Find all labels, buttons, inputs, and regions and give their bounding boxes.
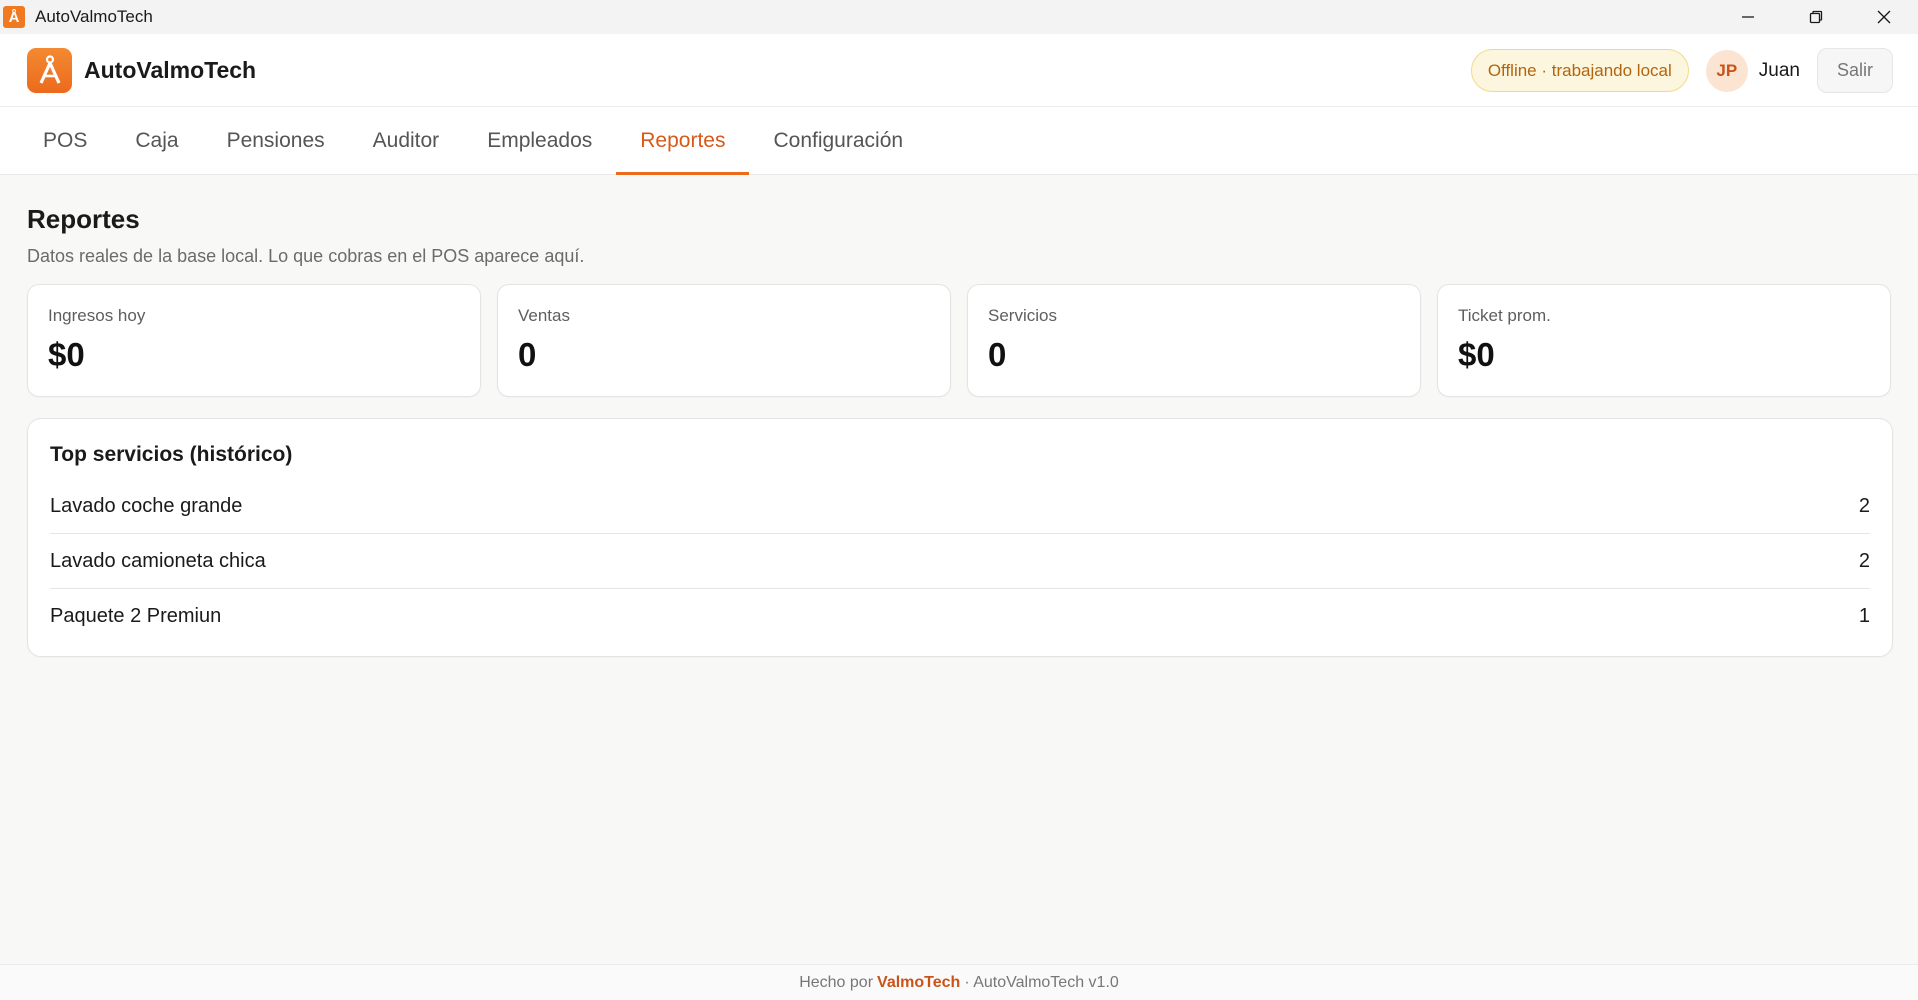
- service-count: 1: [1858, 605, 1870, 627]
- list-item: Lavado coche grande 2: [50, 479, 1870, 534]
- main-tabs: POS Caja Pensiones Auditor Empleados Rep…: [0, 107, 1918, 175]
- window-titlebar: Å AutoValmoTech: [0, 0, 1918, 34]
- restore-button[interactable]: [1782, 0, 1850, 34]
- stat-label: Ticket prom.: [1458, 306, 1551, 325]
- tab-pensiones[interactable]: Pensiones: [203, 107, 349, 175]
- page-subtitle: Datos reales de la base local. Lo que co…: [27, 246, 585, 266]
- app-logo-icon: Å: [3, 6, 25, 28]
- brand-logo-icon: [27, 47, 72, 93]
- tab-reportes[interactable]: Reportes: [616, 107, 750, 175]
- minimize-icon: [1742, 16, 1754, 18]
- stat-value: $0: [48, 336, 85, 373]
- stat-value: 0: [988, 336, 1007, 373]
- stat-label: Ventas: [518, 306, 570, 325]
- stat-card-ticket: Ticket prom. $0: [1437, 284, 1891, 397]
- stat-value: 0: [518, 336, 537, 373]
- service-count: 2: [1858, 494, 1870, 517]
- tab-configuracion[interactable]: Configuración: [749, 107, 927, 175]
- close-button[interactable]: [1850, 0, 1918, 34]
- page-title: Reportes: [27, 204, 140, 234]
- stat-label: Servicios: [988, 306, 1057, 325]
- service-count: 2: [1858, 549, 1870, 572]
- stat-label: Ingresos hoy: [48, 306, 146, 325]
- offline-status-badge: Offline · trabajando local: [1470, 49, 1689, 92]
- close-icon: [1877, 10, 1891, 24]
- tab-caja[interactable]: Caja: [111, 107, 202, 175]
- footer-brand-link[interactable]: ValmoTech: [877, 974, 960, 992]
- stat-card-ingresos: Ingresos hoy $0: [27, 284, 481, 397]
- service-name: Lavado coche grande: [50, 494, 243, 517]
- list-item: Lavado camioneta chica 2: [50, 534, 1870, 589]
- tab-pos[interactable]: POS: [19, 107, 111, 175]
- main-content: Reportes Datos reales de la base local. …: [27, 175, 1893, 657]
- user-name: Juan: [1758, 59, 1800, 81]
- logout-button[interactable]: Salir: [1816, 48, 1893, 93]
- tab-auditor[interactable]: Auditor: [349, 107, 464, 175]
- top-services-card: Top servicios (histórico) Lavado coche g…: [27, 418, 1893, 657]
- list-item: Paquete 2 Premiun 1: [50, 589, 1870, 644]
- restore-icon: [1809, 10, 1823, 24]
- stat-value: $0: [1458, 336, 1495, 373]
- window-title: AutoValmoTech: [35, 7, 153, 26]
- top-services-title: Top servicios (histórico): [50, 443, 293, 466]
- header-user-area: Offline · trabajando local JP Juan Salir: [1470, 48, 1893, 93]
- stat-card-servicios: Servicios 0: [967, 284, 1421, 397]
- avatar: JP: [1705, 49, 1748, 92]
- window-controls: [1714, 0, 1918, 34]
- minimize-button[interactable]: [1714, 0, 1782, 34]
- tab-empleados[interactable]: Empleados: [463, 107, 616, 175]
- service-name: Lavado camioneta chica: [50, 549, 266, 572]
- brand-name: AutoValmoTech: [84, 56, 257, 83]
- stat-card-ventas: Ventas 0: [497, 284, 951, 397]
- service-name: Paquete 2 Premiun: [50, 605, 222, 627]
- app-header: AutoValmoTech Offline · trabajando local…: [0, 34, 1918, 107]
- footer-suffix: · AutoValmoTech v1.0: [964, 973, 1119, 991]
- footer-prefix: Hecho por: [799, 973, 874, 991]
- stats-row: Ingresos hoy $0 Ventas 0 Servicios 0 Tic…: [27, 284, 1893, 397]
- footer: Hecho por ValmoTech · AutoValmoTech v1.0: [0, 964, 1918, 1000]
